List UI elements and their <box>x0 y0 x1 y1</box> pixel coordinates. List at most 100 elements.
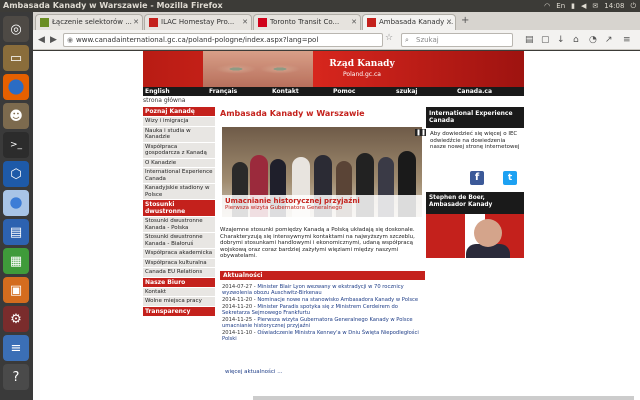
sidebar-item[interactable]: Współpraca akademicka <box>143 249 215 258</box>
share-icon[interactable]: ↗ <box>605 33 613 47</box>
hero-caption[interactable]: Umacnianie historycznej przyjaźni Pierws… <box>222 195 422 219</box>
ambassador-title[interactable]: Stephen de Boer, Ambasador Kanady <box>426 192 524 214</box>
page: Rząd Kanady Poland.gc.ca English Françai… <box>143 51 634 400</box>
web-content: Rząd Kanady Poland.gc.ca English Françai… <box>33 51 640 400</box>
writer-icon[interactable]: ▤ <box>3 219 29 245</box>
sidebar-item[interactable]: Canada EU Relations <box>143 268 215 277</box>
caption-subtitle[interactable]: Pierwsza wizyta Gubernatora Generalnego <box>225 205 419 211</box>
battery-icon[interactable]: ▮ <box>571 0 575 12</box>
chat-icon[interactable]: ◔ <box>589 33 597 47</box>
nav-canada-ca[interactable]: Canada.ca <box>457 87 492 96</box>
tab-1[interactable]: Łączenie selektorów ... ✕ <box>35 14 143 30</box>
lock-icon[interactable]: ▢ <box>541 33 550 47</box>
page-title: Ambasada Kanady w Warszawie <box>220 109 365 118</box>
news-item[interactable]: 2014-11-20 - Minister Paradis spotyka si… <box>222 304 425 316</box>
virtualbox-icon[interactable]: ⬡ <box>3 161 29 187</box>
globe-icon: ◉ <box>67 36 74 44</box>
nav-kontakt[interactable]: Kontakt <box>272 87 299 96</box>
nav-toolbar: ◀ ▶ ◉ www.canadainternational.gc.ca/pola… <box>33 30 640 50</box>
home-icon[interactable]: ⌂ <box>573 33 579 47</box>
ambassador-photo[interactable] <box>426 214 524 258</box>
sidebar-item[interactable]: O Kanadzie <box>143 158 215 167</box>
footer-strip <box>253 396 634 400</box>
sidebar-item[interactable]: Stosunki dwustronne Kanada - Polska <box>143 217 215 232</box>
bookmark-icon[interactable]: ▤ <box>525 33 534 47</box>
banner-subtitle[interactable]: Poland.gc.ca <box>307 71 417 78</box>
news-item[interactable]: 2014-11-10 - Oświadczenie Ministra Kenne… <box>222 330 425 342</box>
new-tab-icon[interactable]: + <box>461 15 469 26</box>
news-item[interactable]: 2014-11-25 - Pierwsza wizyta Gubernatora… <box>222 317 425 329</box>
puzzle-icon <box>40 18 49 27</box>
menu-icon[interactable]: ≡ <box>623 33 631 47</box>
tab-4-active[interactable]: Ambasada Kanady ... ✕ <box>362 14 456 30</box>
news-item[interactable]: 2014-11-20 - Nominacje nowe na stanowisk… <box>222 297 425 303</box>
settings-icon[interactable]: ⚙ <box>3 306 29 332</box>
more-news-link[interactable]: więcej aktualności ... <box>225 369 282 375</box>
stack-icon[interactable]: ≡ <box>3 335 29 361</box>
close-icon[interactable]: ✕ <box>242 15 248 30</box>
sidebar-item[interactable]: Kontakt <box>143 287 215 296</box>
help-icon[interactable]: ? <box>3 364 29 390</box>
close-icon[interactable]: ✕ <box>446 15 452 30</box>
tab-bar: Łączenie selektorów ... ✕ ILAC Homestay … <box>33 12 640 30</box>
files-icon[interactable]: ▭ <box>3 45 29 71</box>
sidebar-item[interactable]: Wolne miejsca pracy <box>143 297 215 306</box>
terminal-icon[interactable]: >_ <box>3 132 29 158</box>
nav-english[interactable]: English <box>145 87 170 96</box>
nav-szukaj[interactable]: szukaj <box>396 87 417 96</box>
download-icon[interactable]: ↓ <box>557 33 565 47</box>
news-header: Aktualności <box>220 271 425 280</box>
iec-box-text[interactable]: Aby dowiedzieć się więcej o IEC odwiedźc… <box>426 128 524 166</box>
ttc-icon <box>258 18 267 27</box>
sidebar-header[interactable]: Poznaj Kanadę <box>143 107 215 116</box>
news-date: 2014-11-20 - <box>222 297 256 303</box>
news-link[interactable]: Nominacje nowe na stanowisko Ambasadora … <box>257 297 418 303</box>
calc-icon[interactable]: ▦ <box>3 248 29 274</box>
search-input[interactable]: ⌕ Szukaj <box>401 33 513 47</box>
wifi-icon[interactable]: ◠ <box>544 0 550 12</box>
sidebar-item[interactable]: International Experience Canada <box>143 168 215 183</box>
star-icon[interactable]: ☆ <box>385 33 393 43</box>
tab-2[interactable]: ILAC Homestay Pro... ✕ <box>144 14 252 30</box>
sidebar-item[interactable]: Współpraca kulturalna <box>143 258 215 267</box>
breadcrumb[interactable]: strona główna <box>143 97 185 104</box>
close-icon[interactable]: ✕ <box>351 15 357 30</box>
tab-label: Ambasada Kanady ... <box>379 18 454 26</box>
firefox-icon[interactable] <box>3 74 29 100</box>
tab-3[interactable]: Toronto Transit Co... ✕ <box>253 14 361 30</box>
mail-icon[interactable]: ✉ <box>592 0 598 12</box>
sidebar-header[interactable]: Nasze Biuro <box>143 277 215 287</box>
url-bar[interactable]: ◉ www.canadainternational.gc.ca/poland-p… <box>63 33 383 47</box>
close-icon[interactable]: ✕ <box>133 15 139 30</box>
forward-icon[interactable]: ▶ <box>50 33 57 47</box>
nav-pomoc[interactable]: Pomoc <box>333 87 355 96</box>
sidebar-item[interactable]: Nauka i studia w Kanadzie <box>143 126 215 142</box>
caption-title[interactable]: Umacnianie historycznej przyjaźni <box>225 197 419 205</box>
left-sidebar: Poznaj Kanadę Wizy i imigracja Nauka i s… <box>143 107 215 317</box>
sidebar-item[interactable]: Współpraca gospodarcza z Kanadą <box>143 142 215 158</box>
sidebar-item[interactable]: Wizy i imigracja <box>143 117 215 126</box>
twitter-icon[interactable]: t <box>503 171 517 185</box>
back-icon[interactable]: ◀ <box>38 33 45 47</box>
gimp-icon[interactable]: ☻ <box>3 103 29 129</box>
url-text: www.canadainternational.gc.ca/poland-pol… <box>76 36 319 44</box>
chromium-icon[interactable] <box>3 190 29 216</box>
volume-icon[interactable]: ◀ <box>581 0 586 12</box>
sidebar-header[interactable]: Transparency <box>143 306 215 316</box>
ubuntu-dash-icon[interactable]: ◎ <box>3 16 29 42</box>
banner-title[interactable]: Rząd Kanady <box>307 59 417 69</box>
input-en-icon[interactable]: En <box>556 0 565 12</box>
nav-francais[interactable]: Français <box>209 87 237 96</box>
news-list: 2014-07-27 - Minister Blair Lyon wezwany… <box>222 284 425 343</box>
facebook-icon[interactable]: f <box>470 171 484 185</box>
tab-label: Toronto Transit Co... <box>270 18 340 26</box>
power-icon[interactable]: ⏻ <box>630 0 636 12</box>
clock[interactable]: 14:08 <box>604 0 624 12</box>
impress-icon[interactable]: ▣ <box>3 277 29 303</box>
sidebar-item[interactable]: Kanadyjskie stadiony w Polsce <box>143 184 215 199</box>
sidebar-header[interactable]: Stosunki dwustronne <box>143 200 215 216</box>
news-item[interactable]: 2014-07-27 - Minister Blair Lyon wezwany… <box>222 284 425 296</box>
flag-icon <box>149 18 158 27</box>
flag-icon <box>367 18 376 27</box>
sidebar-item[interactable]: Stosunki dwustronne Kanada - Białoruś <box>143 233 215 248</box>
